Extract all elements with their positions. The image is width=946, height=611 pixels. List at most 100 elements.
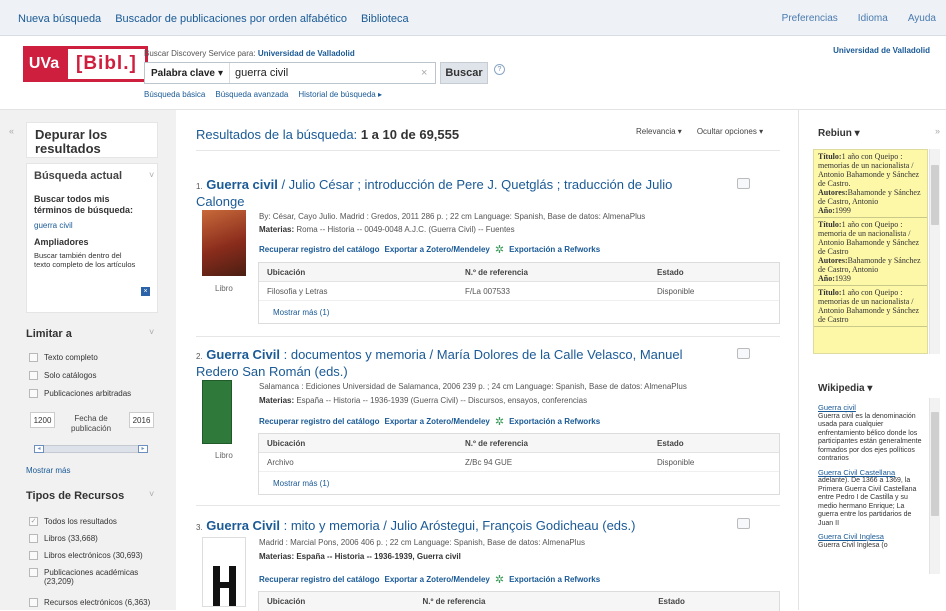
record-title-link[interactable]: Guerra Civil bbox=[206, 347, 280, 362]
show-more-holdings[interactable]: Mostrar más (1) bbox=[259, 301, 779, 323]
book-cover-image[interactable] bbox=[202, 380, 232, 444]
search-header: UVa [Bibl.] Buscar Discovery Service par… bbox=[0, 36, 946, 110]
type-books[interactable]: Libros (33,668) bbox=[29, 534, 98, 543]
book-cover-image[interactable] bbox=[202, 210, 246, 276]
show-more-limits-link[interactable]: Mostrar más bbox=[26, 466, 70, 475]
search-type-select[interactable]: Palabra clave ▾ bbox=[145, 63, 230, 83]
help-icon[interactable]: ? bbox=[494, 64, 505, 75]
item-year-label: Año: bbox=[818, 274, 835, 283]
wikipedia-scrollbar[interactable] bbox=[929, 398, 940, 574]
export-zotero-link[interactable]: Exportar a Zotero/Mendeley bbox=[384, 417, 489, 426]
rebiun-item[interactable]: Título:1 año con Queipo : memorias de un… bbox=[814, 286, 927, 327]
basic-search-link[interactable]: Búsqueda básica bbox=[144, 90, 205, 99]
wiki-link[interactable]: Guerra Civil Inglesa bbox=[818, 532, 926, 542]
service-org[interactable]: Universidad de Valladolid bbox=[258, 49, 355, 58]
catalog-record-link[interactable]: Recuperar registro del catálogo bbox=[259, 575, 379, 584]
date-slider[interactable]: ◂ ▸ bbox=[34, 445, 148, 453]
rebiun-scrollbar[interactable] bbox=[929, 149, 940, 354]
preview-icon[interactable] bbox=[737, 178, 750, 189]
col-status: Estado bbox=[657, 438, 684, 448]
checkbox[interactable] bbox=[29, 551, 38, 560]
sort-dropdown[interactable]: Relevancia ▾ bbox=[636, 127, 682, 136]
uva-bibl-logo[interactable]: UVa [Bibl.] bbox=[23, 46, 148, 82]
wikipedia-title: Wikipedia bbox=[818, 383, 865, 394]
options-dropdown[interactable]: Ocultar opciones ▾ bbox=[697, 127, 763, 136]
checkbox[interactable] bbox=[29, 389, 38, 398]
collapse-types-icon[interactable]: ˅ bbox=[149, 489, 154, 499]
rebiun-item[interactable]: Título:1 año con Queipo : memorias de un… bbox=[814, 150, 927, 218]
preview-icon[interactable] bbox=[737, 348, 750, 359]
chevron-down-icon: ▾ bbox=[854, 128, 860, 139]
date-to-input[interactable]: 2016 bbox=[129, 412, 154, 428]
checkbox[interactable] bbox=[29, 534, 38, 543]
type-ebooks[interactable]: Libros electrónicos (30,693) bbox=[29, 551, 143, 560]
record-title-link[interactable]: Guerra civil bbox=[206, 177, 278, 192]
collapse-limit-icon[interactable]: ˅ bbox=[149, 327, 154, 337]
nav-language[interactable]: Idioma bbox=[858, 13, 888, 24]
export-refworks-link[interactable]: Exportación a Refworks bbox=[509, 575, 600, 584]
scroll-thumb[interactable] bbox=[931, 165, 939, 225]
results-heading: Resultados de la búsqueda: 1 a 10 de 69,… bbox=[196, 127, 459, 142]
nav-help[interactable]: Ayuda bbox=[908, 13, 936, 24]
search-button[interactable]: Buscar bbox=[440, 62, 488, 84]
nav-publications-finder[interactable]: Buscador de publicaciones por orden alfa… bbox=[115, 13, 347, 25]
collapse-right-icon[interactable]: » bbox=[935, 126, 940, 136]
limit-fulltext[interactable]: Texto completo bbox=[29, 353, 98, 362]
nav-preferences[interactable]: Preferencias bbox=[782, 13, 838, 24]
catalog-record-link[interactable]: Recuperar registro del catálogo bbox=[259, 245, 379, 254]
record-byline: Madrid : Marcial Pons, 2006 406 p. ; 22 … bbox=[259, 538, 585, 547]
wiki-link[interactable]: Guerra Civil Castellana bbox=[818, 468, 926, 478]
chevron-down-icon: ▾ bbox=[867, 383, 873, 394]
scroll-thumb[interactable] bbox=[931, 412, 939, 516]
export-zotero-link[interactable]: Exportar a Zotero/Mendeley bbox=[384, 575, 489, 584]
limit-peer-reviewed[interactable]: Publicaciones arbitradas bbox=[29, 389, 131, 398]
record-subjects: Materias: Roma -- Historia -- 0049-0048 … bbox=[259, 225, 515, 234]
collapse-left-icon[interactable]: « bbox=[9, 126, 14, 136]
record-byline: By: César, Cayo Julio. Madrid : Gredos, … bbox=[259, 212, 646, 221]
show-more-holdings[interactable]: Mostrar más (1) bbox=[259, 472, 779, 494]
search-history-link[interactable]: Historial de búsqueda ▸ bbox=[298, 90, 382, 99]
remove-expander-icon[interactable]: × bbox=[141, 287, 150, 296]
table-header: Ubicación N.º de referencia Estado bbox=[259, 263, 779, 282]
export-zotero-link[interactable]: Exportar a Zotero/Mendeley bbox=[384, 245, 489, 254]
export-refworks-link[interactable]: Exportación a Refworks bbox=[509, 245, 600, 254]
limit-catalog[interactable]: Solo catálogos bbox=[29, 371, 96, 380]
nav-new-search[interactable]: Nueva búsqueda bbox=[18, 13, 101, 25]
subjects-value: España -- Historia -- 1936-1939, Guerra … bbox=[294, 552, 461, 561]
top-nav-bar: Nueva búsqueda Buscador de publicaciones… bbox=[0, 0, 946, 36]
checkbox[interactable] bbox=[29, 371, 38, 380]
date-from-input[interactable]: 1200 bbox=[30, 412, 55, 428]
collapse-current-icon[interactable]: ˅ bbox=[149, 170, 154, 180]
wikipedia-heading[interactable]: Wikipedia ▾ bbox=[818, 383, 872, 394]
export-refworks-link[interactable]: Exportación a Refworks bbox=[509, 417, 600, 426]
catalog-record-link[interactable]: Recuperar registro del catálogo bbox=[259, 417, 379, 426]
slider-handle-right[interactable]: ▸ bbox=[138, 445, 148, 453]
title-rest[interactable]: : mito y memoria / Julio Aróstegui, Fran… bbox=[280, 518, 636, 533]
current-term-link[interactable]: guerra civil bbox=[34, 221, 73, 230]
checkbox[interactable] bbox=[29, 568, 38, 577]
rebiun-item[interactable]: Título:1 año con Queipo : memoria de un … bbox=[814, 218, 927, 286]
clear-icon[interactable]: × bbox=[421, 67, 435, 79]
checkbox-checked[interactable]: ✓ bbox=[29, 517, 38, 526]
type-all[interactable]: ✓ Todos los resultados bbox=[29, 517, 117, 526]
subjects-value: España -- Historia -- 1936-1939 (Guerra … bbox=[294, 396, 588, 405]
refworks-icon: ✲ bbox=[494, 574, 505, 586]
book-cover-image[interactable] bbox=[202, 537, 246, 607]
search-input[interactable]: guerra civil bbox=[230, 67, 421, 79]
type-academic[interactable]: Publicaciones académicas (23,209) bbox=[29, 568, 154, 586]
search-all-label: Buscar todos mis términos de búsqueda: bbox=[34, 194, 134, 215]
checkbox[interactable] bbox=[29, 598, 38, 607]
checkbox[interactable] bbox=[29, 353, 38, 362]
advanced-search-link[interactable]: Búsqueda avanzada bbox=[215, 90, 288, 99]
type-electronic[interactable]: Recursos electrónicos (6,363) bbox=[29, 598, 150, 607]
wiki-link[interactable]: Guerra civil bbox=[818, 404, 926, 413]
cell-status: Disponible bbox=[657, 457, 695, 467]
slider-handle-left[interactable]: ◂ bbox=[34, 445, 44, 453]
logo-bibl: [Bibl.] bbox=[65, 46, 148, 82]
col-callnumber: N.º de referencia bbox=[465, 267, 528, 277]
rebiun-heading[interactable]: Rebiun ▾ bbox=[818, 128, 860, 139]
rebiun-title: Rebiun bbox=[818, 128, 852, 139]
nav-library[interactable]: Biblioteca bbox=[361, 13, 409, 25]
preview-icon[interactable] bbox=[737, 518, 750, 529]
record-title-link[interactable]: Guerra Civil bbox=[206, 518, 280, 533]
